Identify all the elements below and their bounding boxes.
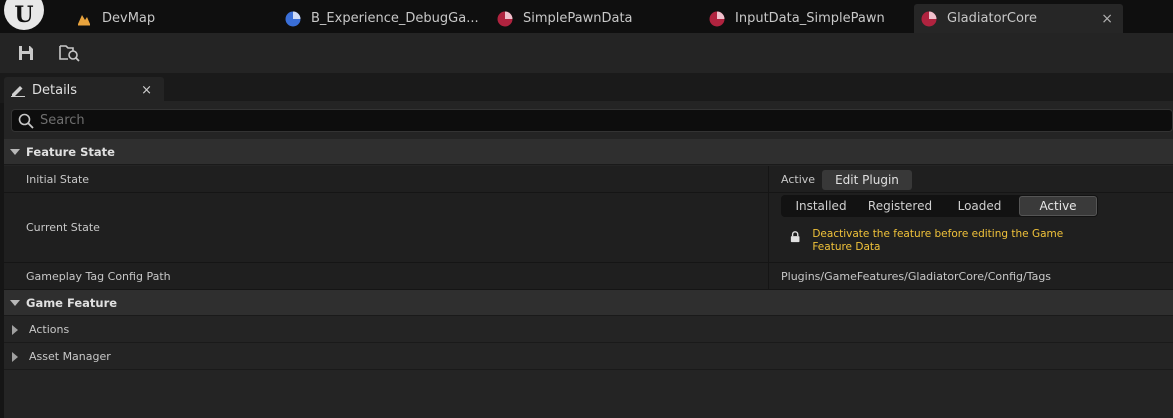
unreal-logo-icon[interactable]: U <box>4 0 44 30</box>
search-box[interactable] <box>11 109 1173 132</box>
browse-to-asset-button[interactable] <box>58 41 82 65</box>
tab-gladiator-core[interactable]: GladiatorCore × <box>914 4 1123 33</box>
property-label: Current State <box>26 221 100 234</box>
property-label: Gameplay Tag Config Path <box>26 270 171 283</box>
edit-plugin-button[interactable]: Edit Plugin <box>822 170 912 190</box>
save-button[interactable] <box>14 41 38 65</box>
state-warning: Deactivate the feature before editing th… <box>790 228 1090 254</box>
data-asset-icon <box>497 11 513 26</box>
state-option-installed[interactable]: Installed <box>782 196 860 216</box>
browse-asset-icon <box>59 45 80 62</box>
pencil-icon <box>11 86 25 97</box>
state-segmented-control: Installed Registered Loaded Active <box>781 195 1098 217</box>
close-details-icon[interactable]: × <box>141 83 152 98</box>
tab-label: DevMap <box>102 11 156 26</box>
tab-details[interactable]: Details × <box>4 77 164 103</box>
expanded-arrow-icon <box>10 148 20 155</box>
column-splitter[interactable] <box>768 166 769 192</box>
collapsed-arrow-icon[interactable] <box>12 351 18 362</box>
lock-icon <box>790 231 800 243</box>
category-label: Game Feature <box>26 295 118 310</box>
tab-simple-pawn-data[interactable]: SimplePawnData <box>497 4 687 33</box>
tab-b-experience-debug[interactable]: B_Experience_DebugGa... <box>285 4 479 33</box>
close-tab-icon[interactable]: × <box>1101 11 1113 27</box>
category-label: Feature State <box>26 144 115 159</box>
details-tab-label: Details <box>32 82 78 98</box>
category-game-feature[interactable]: Game Feature <box>4 290 1173 316</box>
property-group-actions[interactable]: Actions <box>4 317 1173 343</box>
property-label: Initial State <box>26 173 90 186</box>
tab-label: InputData_SimplePawn <box>735 11 885 26</box>
state-option-loaded[interactable]: Loaded <box>940 196 1019 216</box>
property-row-initial-state: Initial State Active Edit Plugin <box>4 166 1173 193</box>
tab-label: GladiatorCore <box>947 11 1037 26</box>
warning-text: Deactivate the feature before editing th… <box>812 228 1064 253</box>
column-splitter[interactable] <box>768 263 769 289</box>
property-row-current-state: Current State Installed Registered Loade… <box>4 193 1173 263</box>
save-icon <box>19 46 33 60</box>
column-splitter[interactable] <box>768 193 769 262</box>
category-feature-state[interactable]: Feature State <box>4 139 1173 165</box>
details-panel: Feature State Initial State Active Edit … <box>4 101 1173 418</box>
state-option-active[interactable]: Active <box>1019 196 1097 216</box>
expanded-arrow-icon <box>10 299 20 306</box>
tab-label: B_Experience_DebugGa... <box>311 11 479 26</box>
level-map-icon <box>78 14 90 25</box>
document-tab-bar: U DevMap B_Experience_DebugGa... SimpleP… <box>0 0 1173 33</box>
group-label: Actions <box>29 323 70 336</box>
panel-tab-strip: Details × <box>0 73 1173 103</box>
tab-label: SimplePawnData <box>523 11 633 26</box>
collapsed-arrow-icon[interactable] <box>12 324 18 335</box>
initial-state-value: Active <box>781 173 816 186</box>
property-row-tag-config-path: Gameplay Tag Config Path Plugins/GameFea… <box>4 263 1173 290</box>
group-label: Asset Manager <box>29 350 111 363</box>
blueprint-data-icon <box>285 11 301 26</box>
data-asset-icon <box>709 11 725 26</box>
search-icon <box>18 113 34 129</box>
tab-input-data-simple-pawn[interactable]: InputData_SimplePawn <box>709 4 904 33</box>
search-input[interactable] <box>40 113 940 128</box>
state-option-registered[interactable]: Registered <box>860 196 940 216</box>
property-group-asset-manager[interactable]: Asset Manager <box>4 344 1173 370</box>
tab-devmap[interactable]: DevMap <box>76 4 266 33</box>
asset-toolbar <box>0 33 1173 73</box>
tag-config-path-value: Plugins/GameFeatures/GladiatorCore/Confi… <box>781 270 1052 283</box>
data-asset-icon <box>921 11 937 26</box>
